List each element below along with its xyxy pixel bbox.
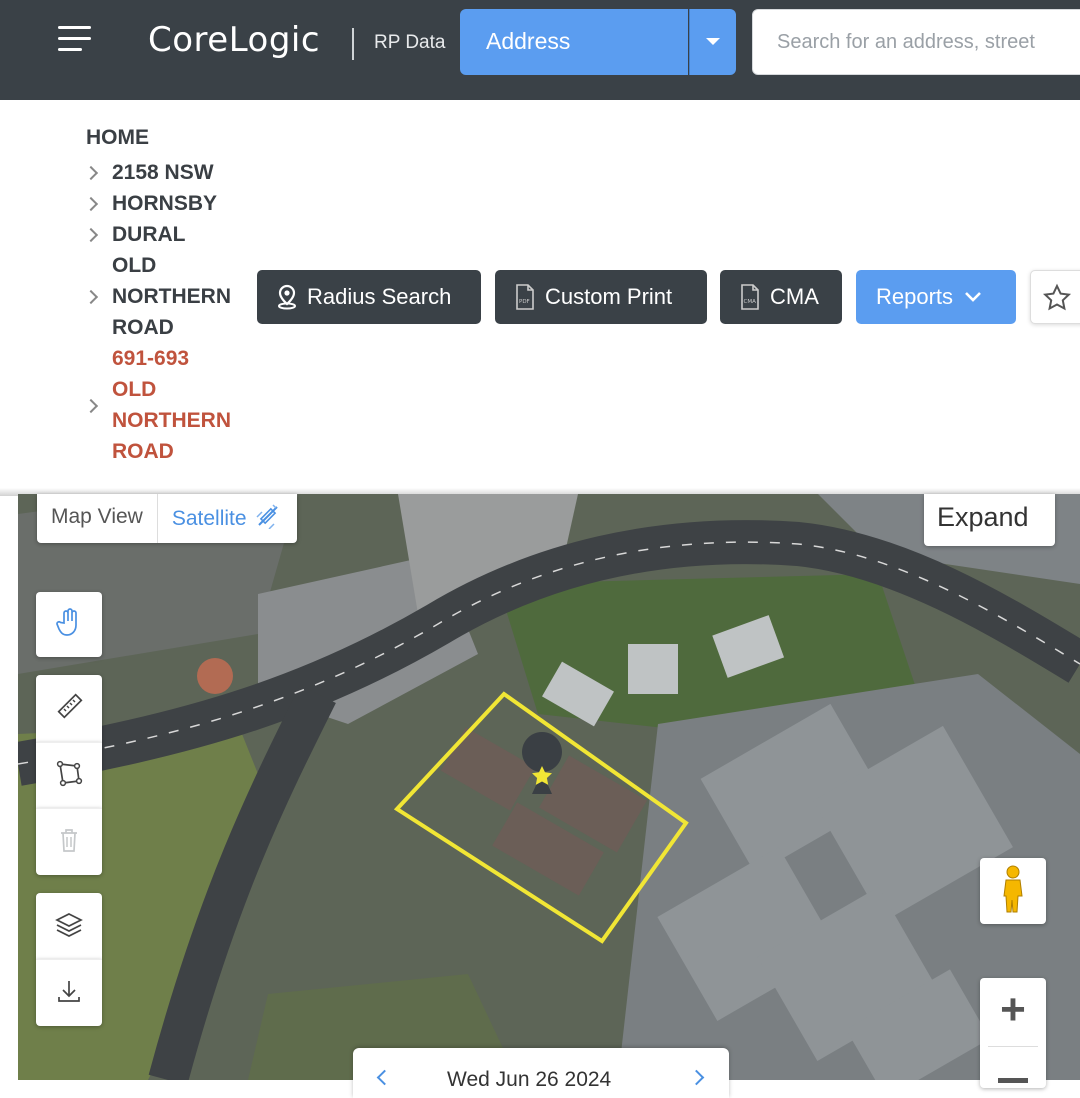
custom-print-label: Custom Print (545, 284, 673, 309)
radius-search-button[interactable]: Radius Search (257, 270, 481, 324)
satellite-imagery (18, 494, 1080, 1080)
chevron-right-icon (83, 196, 99, 212)
search-input[interactable] (752, 9, 1080, 75)
cma-button[interactable]: CMA CMA (720, 270, 842, 324)
measure-tool-button[interactable] (36, 675, 102, 742)
imagery-date-selector: Wed Jun 26 2024 (353, 1048, 729, 1098)
previous-date-icon[interactable] (376, 1069, 393, 1086)
hamburger-menu-icon[interactable] (58, 26, 94, 54)
logo-divider (352, 28, 354, 60)
download-map-button[interactable] (36, 959, 102, 1026)
map-type-toggle: Map View Satellite (37, 494, 297, 543)
pdf-file-icon: PDF (513, 283, 537, 311)
rp-data-label: RP Data (374, 32, 446, 53)
map-layers-button[interactable] (36, 893, 102, 959)
cma-label: CMA (770, 284, 819, 309)
polygon-icon (55, 759, 83, 792)
zoom-out-button[interactable] (980, 1048, 1046, 1088)
star-outline-icon (1042, 283, 1072, 318)
satellite-tab-label: Satellite (171, 506, 247, 530)
draw-polygon-button[interactable] (36, 742, 102, 808)
radius-search-label: Radius Search (307, 284, 452, 309)
hand-icon (56, 607, 82, 642)
custom-print-button[interactable]: PDF Custom Print (495, 270, 707, 324)
search-mode-dropdown-icon[interactable] (689, 9, 736, 75)
expand-map-button[interactable]: Expand (924, 494, 1055, 546)
cma-file-icon: CMA (738, 283, 762, 311)
chevron-right-icon (83, 289, 99, 305)
next-date-icon[interactable] (688, 1069, 705, 1086)
pan-tool-button[interactable] (36, 592, 102, 657)
chevron-down-icon (963, 290, 983, 304)
zoom-controls: + (980, 978, 1046, 1088)
svg-text:PDF: PDF (519, 299, 530, 305)
chevron-right-icon (83, 398, 99, 414)
favourite-button[interactable] (1030, 270, 1080, 324)
reports-label: Reports (876, 284, 954, 309)
street-view-pegman-button[interactable] (980, 858, 1046, 924)
download-icon (55, 977, 83, 1010)
satellite-map[interactable] (18, 494, 1080, 1080)
ruler-icon (55, 692, 83, 725)
zoom-in-button[interactable]: + (980, 978, 1046, 1044)
location-pin-icon (275, 284, 299, 310)
corelogic-logo[interactable]: CoreLogic (148, 20, 320, 60)
chevron-right-icon (83, 227, 99, 243)
breadcrumb-label: HORNSBY (112, 192, 218, 215)
satellite-tab[interactable]: Satellite (158, 494, 297, 543)
breadcrumb-home[interactable]: HOME (86, 126, 149, 150)
top-navigation-bar: CoreLogic RP Data Address (0, 0, 1080, 100)
imagery-date: Wed Jun 26 2024 (447, 1068, 612, 1091)
chevron-right-icon (83, 165, 99, 181)
satellite-icon (255, 503, 283, 535)
trash-icon (57, 826, 81, 859)
breadcrumb-label: OLD NORTHERN ROAD (112, 254, 231, 339)
delete-shape-button[interactable] (36, 808, 102, 875)
map-view-tab[interactable]: Map View (37, 494, 158, 543)
breadcrumb-label: DURAL (112, 223, 186, 246)
search-mode-button[interactable]: Address (460, 9, 688, 75)
layers-icon (54, 910, 84, 943)
zoom-divider (988, 1046, 1038, 1047)
breadcrumb-label-current: 691-693 OLD NORTHERN ROAD (112, 347, 231, 463)
pegman-icon (998, 864, 1028, 919)
reports-dropdown-button[interactable]: Reports (856, 270, 1016, 324)
svg-text:CMA: CMA (744, 299, 757, 305)
breadcrumb-label: 2158 NSW (112, 161, 214, 184)
